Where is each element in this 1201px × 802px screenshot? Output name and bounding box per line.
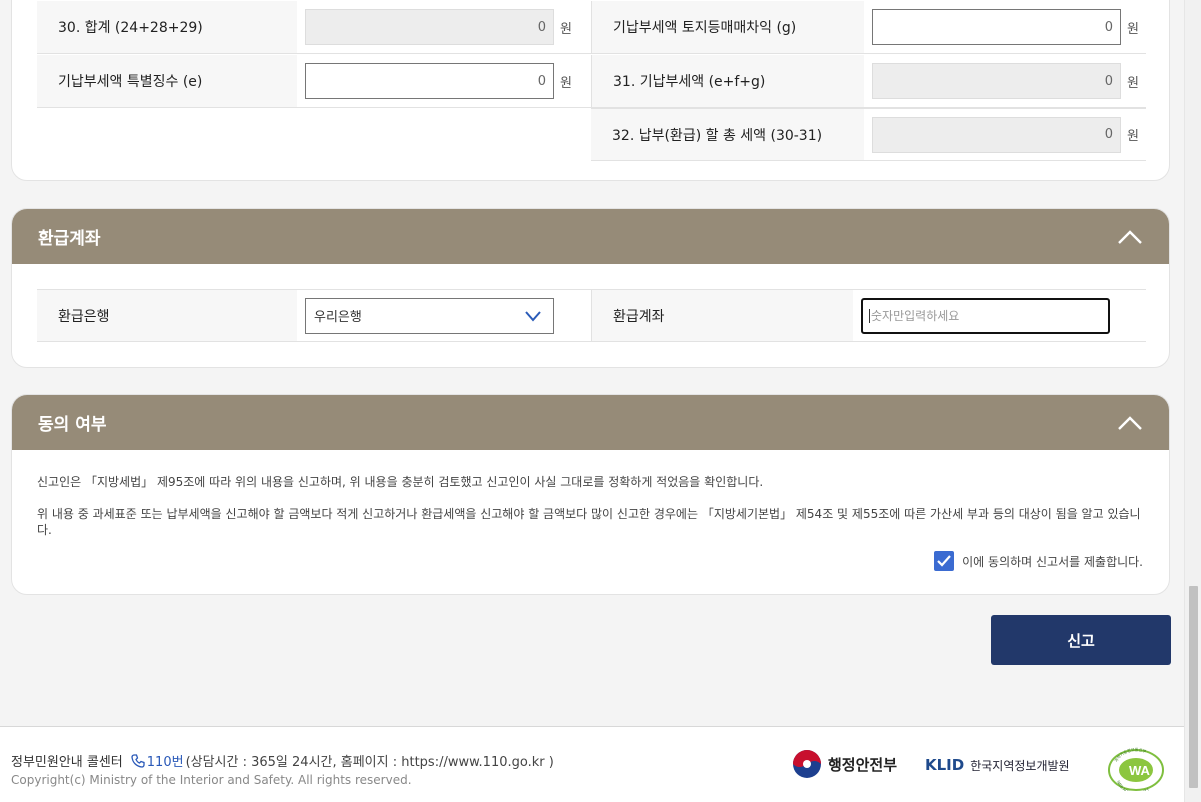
value-cell: 0 원	[864, 1, 1146, 53]
special-collection-input[interactable]: 0	[305, 63, 554, 99]
submit-button[interactable]: 신고	[991, 615, 1171, 665]
call-center-line: 정부민원안내 콜센터 110번 (상담시간 : 365일 24시간, 홈페이지 …	[11, 751, 554, 770]
consent-paragraph-1: 신고인은 「지방세법」 제95조에 따라 위의 내용을 신고하며, 위 내용을 …	[37, 475, 764, 489]
table-row: 32. 납부(환급) 할 총 세액 (30-31) 0 원	[591, 108, 1146, 161]
row-label: 30. 합계 (24+28+29)	[37, 1, 297, 53]
prepaid-total-field: 0	[872, 63, 1121, 99]
account-cell: 숫자만입력하세요	[853, 290, 1146, 341]
account-placeholder: 숫자만입력하세요	[871, 309, 960, 323]
consent-checkbox-label: 이에 동의하며 신고서를 제출합니다.	[962, 554, 1143, 569]
unit-label: 원	[1127, 75, 1139, 91]
bank-selected-value: 우리은행	[314, 310, 362, 325]
scrollbar-thumb[interactable]	[1189, 586, 1198, 788]
special-collection-value: 0	[537, 73, 546, 89]
tax-summary-panel: 30. 합계 (24+28+29) 0 원 기납부세액 토지등매매차익 (g) …	[11, 0, 1170, 181]
checkmark-icon	[937, 555, 951, 567]
consent-panel: 동의 여부 신고인은 「지방세법」 제95조에 따라 위의 내용을 신고하며, …	[11, 394, 1170, 595]
land-trade-prepaid-value: 0	[1104, 19, 1113, 35]
ministry-name: 행정안전부	[828, 755, 898, 774]
value-cell: 0 원	[297, 55, 591, 107]
panel-header[interactable]: 환급계좌	[12, 209, 1169, 264]
wa-mark: WA	[1129, 763, 1151, 778]
bank-select[interactable]: 우리은행	[305, 297, 554, 334]
unit-label: 원	[560, 21, 572, 37]
land-trade-prepaid-input[interactable]: 0	[872, 9, 1121, 45]
call-center-label: 정부민원안내 콜센터	[11, 755, 123, 770]
chevron-up-icon[interactable]	[1117, 413, 1143, 431]
row-label: 32. 납부(환급) 할 총 세액 (30-31)	[591, 109, 864, 160]
ministry-logo[interactable]: 행정안전부	[792, 749, 897, 779]
klid-name: 한국지역정보개발원	[970, 758, 1070, 773]
text-cursor	[869, 308, 870, 323]
unit-label: 원	[560, 75, 572, 91]
table-row: 기납부세액 특별징수 (e) 0 원 31. 기납부세액 (e+f+g) 0 원	[37, 55, 1146, 108]
consent-paragraph-2: 위 내용 중 과세표준 또는 납부세액을 신고해야 할 금액보다 적게 신고하거…	[37, 507, 1141, 537]
account-input[interactable]: 숫자만입력하세요	[861, 297, 1110, 334]
panel-title: 동의 여부	[38, 415, 107, 435]
consent-checkbox-row[interactable]: 이에 동의하며 신고서를 제출합니다.	[934, 551, 1143, 571]
bank-label: 환급은행	[37, 290, 297, 341]
copyright: Copyright(c) Ministry of the Interior an…	[11, 773, 412, 787]
vertical-scrollbar[interactable]	[1184, 0, 1201, 802]
value-cell: 0 원	[297, 1, 591, 53]
phone-icon	[131, 753, 145, 768]
prepaid-total-value: 0	[1104, 73, 1113, 89]
unit-label: 원	[1127, 129, 1139, 144]
phone-number: 110번	[146, 755, 184, 770]
net-tax-value: 0	[1104, 127, 1113, 142]
account-label: 환급계좌	[591, 290, 853, 341]
unit-label: 원	[1127, 21, 1139, 37]
klid-mark: KLID	[925, 756, 965, 774]
chevron-down-icon	[525, 310, 541, 322]
row-label: 기납부세액 특별징수 (e)	[37, 55, 297, 107]
total-amount-field: 0	[305, 9, 554, 45]
table-row: 환급은행 우리은행 환급계좌 숫자만입력하세요	[37, 289, 1146, 342]
row-label: 기납부세액 토지등매매차익 (g)	[591, 1, 864, 53]
net-tax-field: 0	[872, 116, 1121, 153]
call-center-hours: (상담시간 : 365일 24시간, 홈페이지 : https://www.11…	[185, 755, 554, 770]
klid-logo[interactable]: KLID 한국지역정보개발원	[925, 756, 1070, 774]
ministry-emblem-icon	[793, 750, 821, 778]
refund-account-panel: 환급계좌 환급은행 우리은행 환급계좌 숫자만입력하세요	[11, 208, 1170, 368]
value-cell: 0 원	[864, 109, 1146, 160]
panel-title: 환급계좌	[38, 229, 101, 249]
total-amount-value: 0	[537, 19, 546, 35]
chevron-up-icon[interactable]	[1117, 227, 1143, 245]
wa-certification-logo[interactable]: WA 과학기술정보통신부 WEB ACCESSIBILITY	[1106, 745, 1166, 791]
value-cell: 0 원	[864, 55, 1146, 107]
phone-link[interactable]: 110번	[131, 751, 184, 770]
consent-checkbox[interactable]	[934, 551, 955, 571]
table-row: 30. 합계 (24+28+29) 0 원 기납부세액 토지등매매차익 (g) …	[37, 1, 1146, 54]
footer: 정부민원안내 콜센터 110번 (상담시간 : 365일 24시간, 홈페이지 …	[0, 726, 1184, 802]
row-label: 31. 기납부세액 (e+f+g)	[591, 55, 864, 107]
bank-cell: 우리은행	[297, 290, 591, 341]
panel-header[interactable]: 동의 여부	[12, 395, 1169, 450]
